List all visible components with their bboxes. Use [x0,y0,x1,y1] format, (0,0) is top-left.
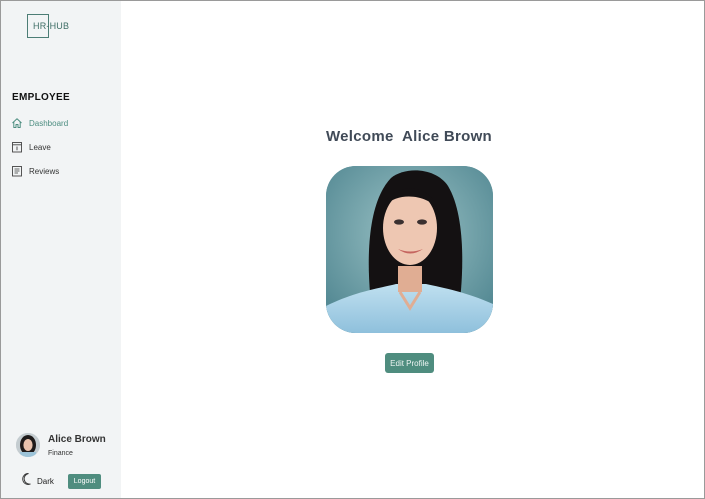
theme-toggle-label: Dark [37,476,54,486]
sidebar-item-label: Dashboard [29,118,69,128]
calendar-icon [11,141,23,153]
profile-photo [326,166,493,333]
avatar [16,433,40,457]
sidebar: HR-HUB EMPLOYEE Dashboard Leave Reviews … [1,1,121,498]
user-profile-summary: Alice Brown Finance [16,433,116,461]
edit-profile-button[interactable]: Edit Profile [385,353,434,373]
sidebar-section-title: EMPLOYEE [12,92,70,103]
user-department: Finance [48,450,73,457]
theme-toggle[interactable]: Dark [21,472,54,491]
sidebar-item-label: Leave [29,142,51,152]
clipboard-icon [11,165,23,177]
welcome-heading: Welcome Alice Brown [325,128,493,145]
home-icon [11,117,23,129]
moon-icon [21,472,33,491]
sidebar-item-leave[interactable]: Leave [11,139,111,155]
main-content: Welcome Alice Brown Edit Profile [121,1,704,498]
logo-text: HR-HUB [33,21,70,31]
sidebar-item-dashboard[interactable]: Dashboard [11,115,111,131]
sidebar-item-label: Reviews [29,166,60,176]
sidebar-item-reviews[interactable]: Reviews [11,163,111,179]
user-name: Alice Brown [48,434,106,445]
logout-button[interactable]: Logout [68,474,101,489]
